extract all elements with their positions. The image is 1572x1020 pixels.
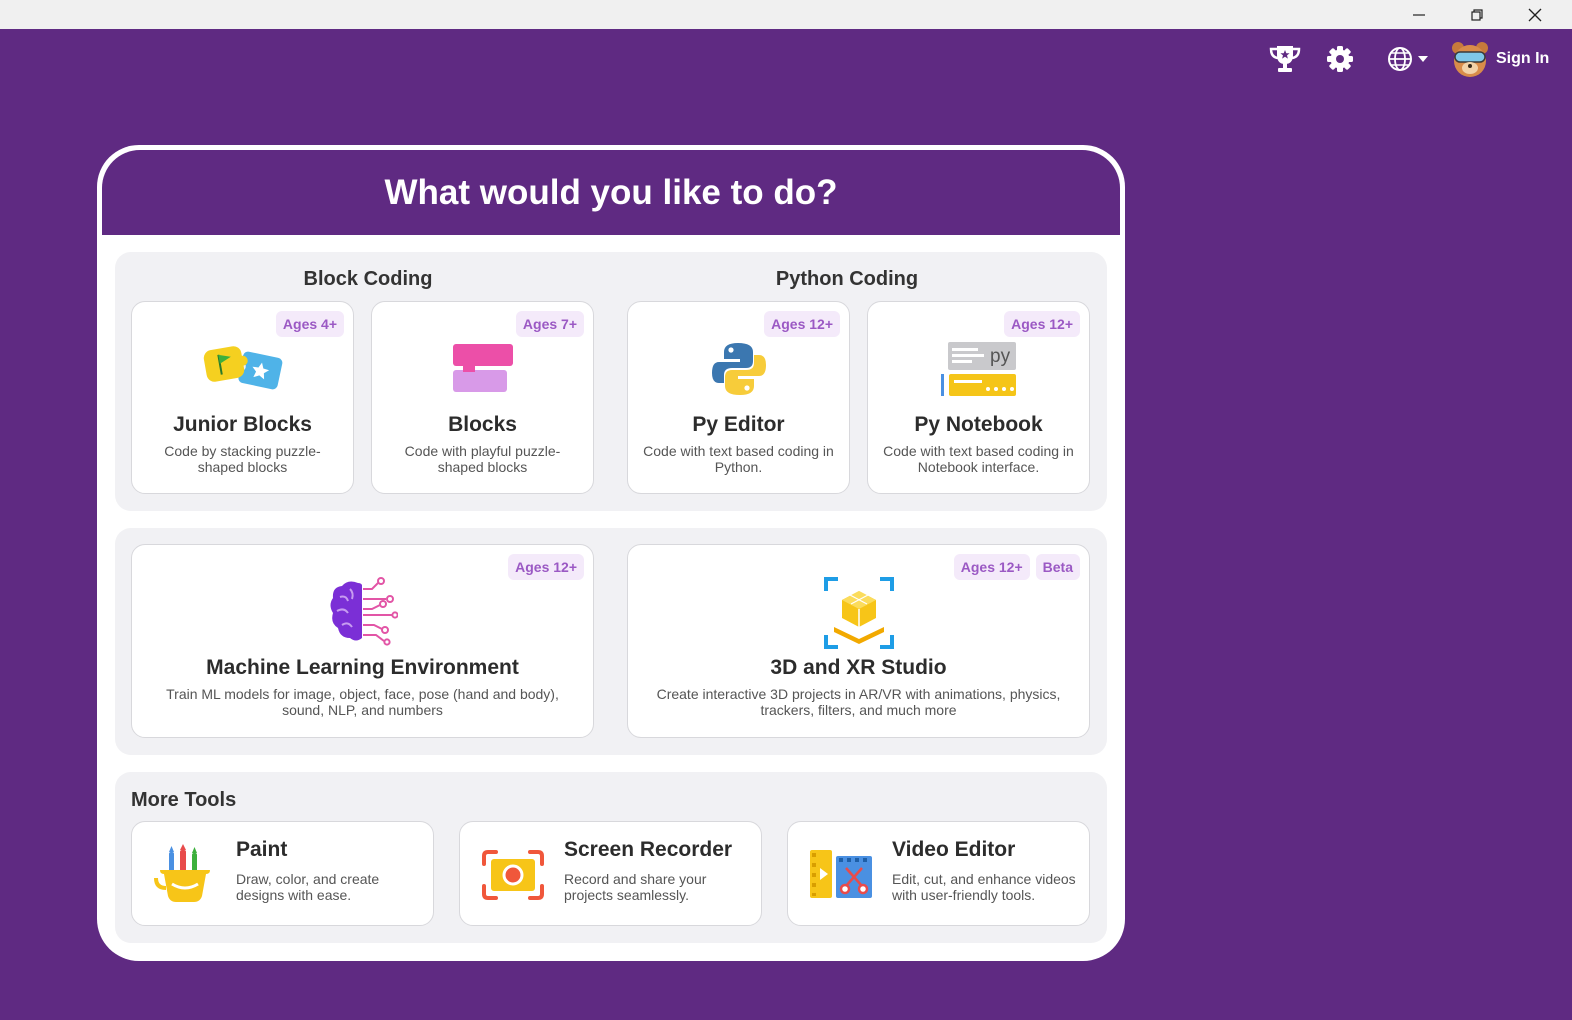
- tile-title: Blocks: [448, 413, 517, 436]
- age-badge: Ages 7+: [515, 311, 584, 337]
- tool-description: Record and share your projects seamlessl…: [564, 871, 707, 903]
- tool-title: Video Editor: [892, 838, 1016, 861]
- globe-icon: [1388, 47, 1412, 71]
- close-icon: [1528, 8, 1542, 21]
- more-tools-section: More Tools Paint Draw, color, and create…: [115, 772, 1107, 943]
- screen-recorder-tool[interactable]: Screen Recorder Record and share your pr…: [459, 821, 762, 926]
- tile-title: Machine Learning Environment: [206, 656, 519, 679]
- age-badge: Ages 4+: [275, 311, 344, 337]
- tool-title: Screen Recorder: [564, 838, 733, 861]
- py-editor-tile[interactable]: Ages 12+ Py Editor Code with text based …: [627, 301, 850, 494]
- page-title: What would you like to do?: [384, 172, 838, 212]
- tool-description: Draw, color, and create designs with eas…: [236, 871, 380, 903]
- advanced-section: Ages 12+ Machine Learning Environment Tr…: [115, 528, 1107, 755]
- tile-title: Junior Blocks: [173, 413, 312, 436]
- age-badge: Ages 12+: [764, 311, 840, 337]
- python-coding-title: Python Coding: [775, 268, 919, 290]
- coding-section: Block Coding Python Coding Ages 4+ Junio…: [115, 252, 1107, 511]
- 3d-xr-studio-tile[interactable]: Ages 12+ Beta 3D and XR Studio Create in…: [627, 544, 1090, 738]
- achievements-button[interactable]: [1268, 41, 1302, 77]
- trophy-icon: [1269, 46, 1301, 72]
- sign-in-label: Sign In: [1496, 50, 1550, 67]
- screen-recorder-icon: [482, 850, 544, 900]
- paint-bucket-icon: [154, 844, 210, 902]
- sign-in-button[interactable]: Sign In: [1450, 41, 1549, 77]
- more-tools-title: More Tools: [131, 789, 237, 811]
- paint-tool[interactable]: Paint Draw, color, and create designs wi…: [131, 821, 434, 926]
- age-badge: Ages 12+: [1004, 311, 1080, 337]
- card-header: What would you like to do?: [102, 150, 1120, 235]
- tile-description: Code with text based coding in Notebook …: [883, 443, 1074, 475]
- blocks-icon: [452, 344, 513, 392]
- tool-title: Paint: [236, 838, 288, 861]
- tile-description: Code by stacking puzzle-shaped blocks: [164, 443, 321, 475]
- junior-blocks-icon: [203, 346, 282, 390]
- close-window-button[interactable]: [1506, 0, 1564, 29]
- block-coding-title: Block Coding: [303, 268, 433, 290]
- settings-button[interactable]: [1326, 41, 1354, 77]
- tile-description: Code with playful puzzle-shaped blocks: [404, 443, 561, 475]
- blocks-tile[interactable]: Ages 7+ Blocks Code with playful puzzle-…: [371, 301, 594, 494]
- tile-title: 3D and XR Studio: [770, 656, 947, 679]
- age-badge: Ages 12+: [508, 554, 584, 580]
- activity-chooser-card: What would you like to do? Block Coding …: [97, 145, 1125, 961]
- restore-button[interactable]: [1448, 0, 1506, 29]
- junior-blocks-tile[interactable]: Ages 4+ Junior Blocks Code by stacking p…: [131, 301, 354, 494]
- tile-description: Train ML models for image, object, face,…: [166, 686, 559, 718]
- svg-text:py: py: [990, 346, 1011, 367]
- video-editor-tool[interactable]: Video Editor Edit, cut, and enhance vide…: [787, 821, 1090, 926]
- top-navigation: Sign In: [1232, 29, 1572, 91]
- window-titlebar: [0, 0, 1572, 29]
- brain-icon: [330, 577, 398, 646]
- minimize-icon: [1413, 13, 1425, 16]
- beta-badge: Beta: [1035, 554, 1080, 580]
- tile-title: Py Editor: [692, 413, 785, 436]
- tool-description: Edit, cut, and enhance videos with user-…: [892, 871, 1076, 903]
- python-icon: [711, 343, 766, 395]
- restore-icon: [1471, 8, 1483, 21]
- minimize-button[interactable]: [1390, 0, 1448, 29]
- age-badge: Ages 12+: [953, 554, 1030, 580]
- tile-description: Code with text based coding in Python.: [643, 443, 834, 475]
- language-selector[interactable]: [1386, 41, 1429, 77]
- notebook-icon: py: [940, 342, 1016, 396]
- py-notebook-tile[interactable]: Ages 12+ py Py Notebook Code with text b…: [867, 301, 1090, 494]
- machine-learning-tile[interactable]: Ages 12+ Machine Learning Environment Tr…: [131, 544, 594, 738]
- video-editor-icon: [810, 850, 872, 898]
- bear-avatar-icon: [1452, 42, 1488, 77]
- 3d-cube-icon: [823, 577, 894, 649]
- tile-title: Py Notebook: [914, 413, 1043, 436]
- gear-icon: [1327, 46, 1353, 72]
- chevron-down-icon: [1418, 56, 1428, 62]
- tile-description: Create interactive 3D projects in AR/VR …: [656, 686, 1061, 718]
